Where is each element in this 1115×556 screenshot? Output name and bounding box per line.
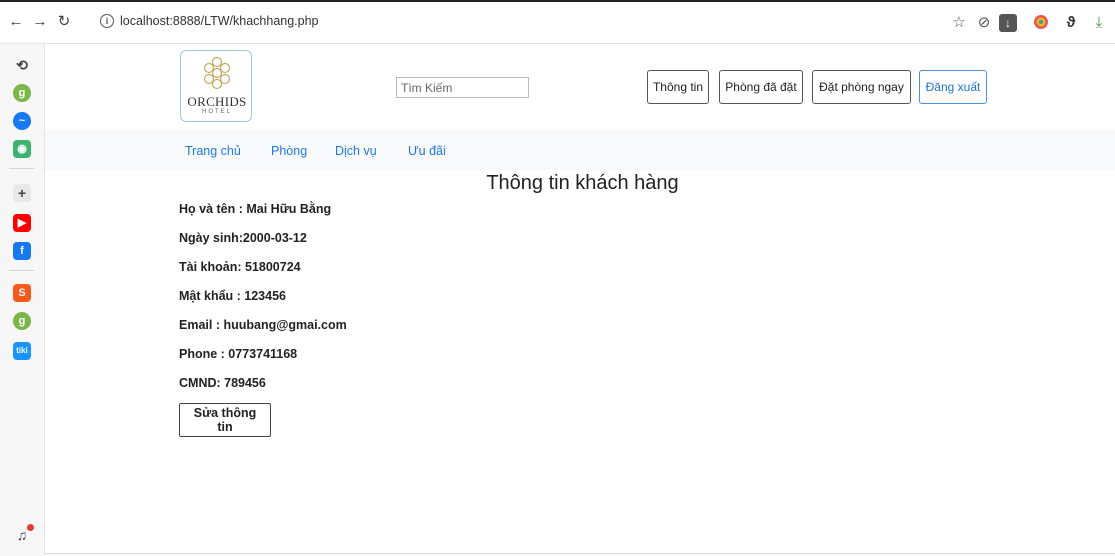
- customer-name: Họ và tên : Mai Hữu Bằng: [179, 202, 332, 216]
- nav-services-link[interactable]: Dịch vụ: [335, 144, 377, 158]
- extension-color-icon[interactable]: [1032, 14, 1050, 32]
- youtube-icon[interactable]: ▶: [13, 214, 31, 232]
- main-nav: Trang chủ Phòng Dịch vụ Ưu đãi: [45, 130, 1115, 170]
- messenger-icon[interactable]: ~: [13, 112, 31, 130]
- customer-dob: Ngày sinh:2000-03-12: [179, 231, 307, 245]
- notification-dot: [27, 524, 34, 531]
- logout-button[interactable]: Đăng xuất: [919, 70, 987, 104]
- shield-icon[interactable]: ⊘: [975, 14, 993, 32]
- hotel-logo[interactable]: ORCHIDS HOTEL: [180, 50, 252, 122]
- logo-subtitle: HOTEL: [201, 109, 232, 115]
- nav-home-link[interactable]: Trang chủ: [185, 144, 241, 158]
- app-green-2-icon[interactable]: g: [13, 312, 31, 330]
- edit-info-button[interactable]: Sửa thông tin: [179, 403, 271, 437]
- customer-id-card: CMND: 789456: [179, 376, 266, 390]
- orchid-logo-icon: [203, 56, 231, 90]
- bookmark-star-icon[interactable]: ☆: [950, 14, 968, 32]
- info-button[interactable]: Thông tin: [647, 70, 709, 104]
- profile-icon[interactable]: ϑ: [1062, 14, 1080, 32]
- customer-account: Tài khoản: 51800724: [179, 260, 301, 274]
- page-bottom-divider: [45, 553, 1115, 554]
- nav-rooms-link[interactable]: Phòng: [271, 144, 307, 158]
- reload-icon[interactable]: ↻: [54, 12, 74, 32]
- url-text: localhost:8888/LTW/khachhang.php: [120, 14, 319, 28]
- browser-toolbar: ← → ↻ i localhost:8888/LTW/khachhang.php…: [0, 0, 1115, 44]
- forward-icon[interactable]: →: [30, 12, 50, 32]
- download-icon[interactable]: ⤓: [1090, 14, 1108, 32]
- history-icon[interactable]: ⟲: [13, 56, 31, 74]
- booked-rooms-button[interactable]: Phòng đã đặt: [719, 70, 803, 104]
- app-green-icon[interactable]: g: [13, 84, 31, 102]
- page-title: Thông tin khách hàng: [486, 172, 679, 194]
- customer-email: Email : huubang@gmai.com: [179, 318, 347, 332]
- search-input[interactable]: [396, 77, 529, 98]
- customer-password: Mật khẩu : 123456: [179, 289, 286, 303]
- shopee-icon[interactable]: S: [13, 284, 31, 302]
- site-info-icon[interactable]: i: [100, 14, 114, 28]
- address-bar[interactable]: i localhost:8888/LTW/khachhang.php: [100, 14, 319, 28]
- logo-name: ORCHIDS: [187, 94, 247, 109]
- game-icon[interactable]: ◉: [13, 140, 31, 158]
- back-icon[interactable]: ←: [6, 12, 26, 32]
- download-extension-icon[interactable]: ↓: [999, 14, 1017, 32]
- facebook-icon[interactable]: f: [13, 242, 31, 260]
- browser-sidebar: ⟲ g ~ ◉ + ▶ f S g tiki ♫: [0, 44, 45, 556]
- tiki-icon[interactable]: tiki: [13, 342, 31, 360]
- customer-phone: Phone : 0773741168: [179, 347, 298, 361]
- nav-offers-link[interactable]: Ưu đãi: [408, 144, 446, 158]
- book-now-button[interactable]: Đặt phòng ngay: [812, 70, 911, 104]
